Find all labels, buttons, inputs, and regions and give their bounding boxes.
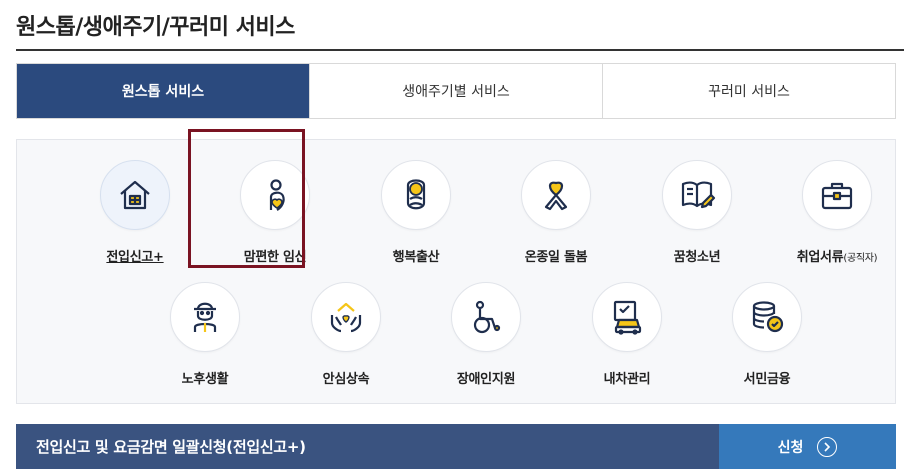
wheelchair-icon <box>451 282 521 352</box>
coins-icon <box>732 282 802 352</box>
service-label: 서민금융 <box>743 372 791 387</box>
service-label: 온종일 돌봄 <box>524 250 588 265</box>
car-document-icon <box>592 282 662 352</box>
elder-icon <box>170 282 240 352</box>
apply-button[interactable]: 신청 <box>719 424 896 469</box>
service-label: 취업서류(공직자) <box>796 250 878 265</box>
service-label: 안심상속 <box>322 372 370 387</box>
apply-bar-title: 전입신고 및 요금감면 일괄신청(전입신고+) <box>16 424 719 469</box>
house-icon <box>100 160 170 230</box>
book-pencil-icon <box>662 160 732 230</box>
service-moving-report[interactable]: 전입신고+ <box>70 160 200 280</box>
service-retirement[interactable]: 노후생활 <box>140 282 270 402</box>
service-job-documents[interactable]: 취업서류(공직자) <box>772 160 902 280</box>
service-label: 꿈청소년 <box>673 250 721 265</box>
service-label: 노후생활 <box>181 372 229 387</box>
service-youth[interactable]: 꿈청소년 <box>632 160 762 280</box>
service-daycare[interactable]: 온종일 돌봄 <box>491 160 621 280</box>
service-inheritance[interactable]: 안심상속 <box>281 282 411 402</box>
service-label: 전입신고+ <box>106 250 164 265</box>
service-tabs: 원스톱 서비스 생애주기별 서비스 꾸러미 서비스 <box>16 63 896 119</box>
tab-lifecycle[interactable]: 생애주기별 서비스 <box>309 64 602 118</box>
service-childbirth[interactable]: 행복출산 <box>351 160 481 280</box>
service-finance[interactable]: 서민금융 <box>702 282 832 402</box>
page-title: 원스톱/생애주기/꾸러미 서비스 <box>16 15 295 40</box>
service-label: 행복출산 <box>392 250 440 265</box>
selection-highlight <box>188 129 305 268</box>
briefcase-icon <box>802 160 872 230</box>
baby-icon <box>381 160 451 230</box>
title-divider <box>16 49 904 51</box>
service-panel: 전입신고+ 맘편한 임신 행복출산 온종일 돌봄 꿈청소년 취업서류(공직자) … <box>16 139 896 404</box>
tab-package[interactable]: 꾸러미 서비스 <box>602 64 895 118</box>
apply-bar: 전입신고 및 요금감면 일괄신청(전입신고+) 신청 <box>16 424 896 469</box>
service-label: 내차관리 <box>603 372 651 387</box>
tab-onestop[interactable]: 원스톱 서비스 <box>17 64 309 118</box>
apply-button-label: 신청 <box>777 439 804 456</box>
service-label: 장애인지원 <box>456 372 516 387</box>
care-ribbon-icon <box>521 160 591 230</box>
service-car-management[interactable]: 내차관리 <box>562 282 692 402</box>
hands-house-icon <box>311 282 381 352</box>
chevron-right-icon <box>817 436 838 457</box>
service-disability[interactable]: 장애인지원 <box>421 282 551 402</box>
